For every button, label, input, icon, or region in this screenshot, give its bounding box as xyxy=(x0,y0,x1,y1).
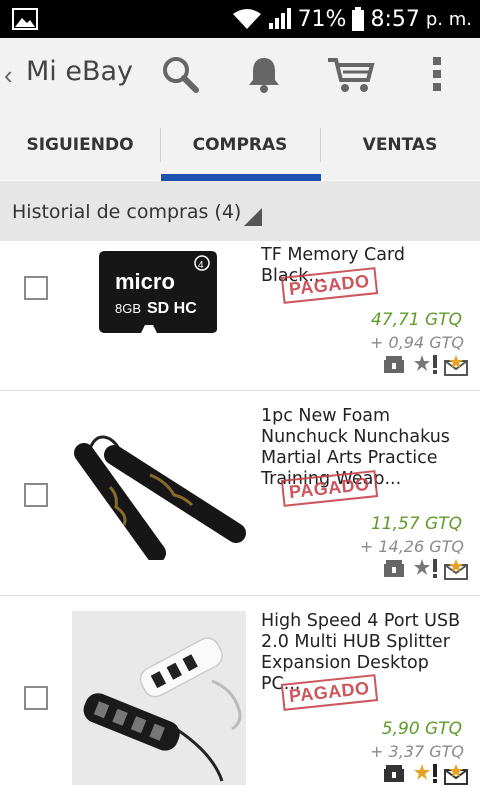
action-bar: ‹ Mi eBay xyxy=(0,38,480,110)
tab-divider xyxy=(320,128,321,162)
feedback-star-icon xyxy=(414,764,437,783)
battery-level: 71% xyxy=(297,6,347,32)
item-status-icons xyxy=(383,354,468,376)
card-sdhc-text: SD HC xyxy=(147,300,197,317)
battery-icon xyxy=(352,7,365,31)
clock-ampm: p. m. xyxy=(425,8,472,30)
shipment-box-icon xyxy=(384,765,404,782)
message-envelope-star-icon xyxy=(444,355,468,376)
item-status-icons xyxy=(383,558,468,580)
item-price: 11,57 GTQ xyxy=(370,514,462,534)
status-bar: 71% 8:57 p. m. xyxy=(0,0,480,38)
item-price: 47,71 GTQ xyxy=(370,310,462,330)
usb-hub-image xyxy=(72,611,246,785)
selected-tab-indicator xyxy=(161,174,321,181)
item-checkbox[interactable] xyxy=(24,686,48,710)
tab-siguiendo[interactable]: SIGUIENDO xyxy=(0,110,160,180)
tab-divider xyxy=(160,128,161,162)
purchase-list-item[interactable]: micro 4 8GB SD HC TF Memory Card Black..… xyxy=(0,241,480,391)
back-chevron-icon[interactable]: ‹ xyxy=(4,60,13,91)
section-title: Historial de compras (4) xyxy=(12,201,242,223)
item-status-icons xyxy=(383,763,468,785)
micro-sd-card-image: micro 4 8GB SD HC xyxy=(99,251,217,333)
purchase-list-item[interactable]: 1pc New Foam Nunchuck Nunchakus Martial … xyxy=(0,391,480,596)
notifications-bell-icon[interactable] xyxy=(246,54,282,94)
item-shipping-cost: + 0,94 GTQ xyxy=(370,333,464,352)
feedback-star-icon xyxy=(414,559,437,578)
item-price: 5,90 GTQ xyxy=(381,719,462,739)
shipment-box-icon xyxy=(384,356,404,373)
purchase-list-item[interactable]: High Speed 4 Port USB 2.0 Multi HUB Spli… xyxy=(0,596,480,800)
message-envelope-star-icon xyxy=(444,559,468,580)
card-brand-text: micro xyxy=(115,269,175,294)
page-title[interactable]: Mi eBay xyxy=(26,56,133,87)
card-size-text: 8GB xyxy=(115,301,141,316)
search-icon[interactable] xyxy=(160,54,200,94)
wifi-icon xyxy=(232,9,261,29)
nunchaku-image xyxy=(74,435,246,560)
card-class-text: 4 xyxy=(198,260,204,271)
tab-bar: SIGUIENDO COMPRAS VENTAS xyxy=(0,110,480,180)
dropdown-caret-icon[interactable] xyxy=(244,208,262,226)
shipment-box-icon xyxy=(384,560,404,577)
tab-ventas[interactable]: VENTAS xyxy=(320,110,480,180)
signal-icon xyxy=(268,8,291,29)
item-shipping-cost: + 3,37 GTQ xyxy=(370,742,464,761)
purchase-history-header[interactable]: Historial de compras (4) xyxy=(0,181,480,241)
overflow-menu-icon[interactable] xyxy=(430,54,444,94)
tab-compras[interactable]: COMPRAS xyxy=(160,110,320,180)
gallery-notification-icon xyxy=(12,8,38,30)
item-shipping-cost: + 14,26 GTQ xyxy=(359,537,464,556)
shopping-cart-icon[interactable] xyxy=(326,54,376,94)
item-checkbox[interactable] xyxy=(24,276,48,300)
message-envelope-star-icon xyxy=(444,764,468,785)
feedback-star-icon xyxy=(414,355,437,374)
clock-time: 8:57 xyxy=(370,6,420,32)
item-checkbox[interactable] xyxy=(24,483,48,507)
